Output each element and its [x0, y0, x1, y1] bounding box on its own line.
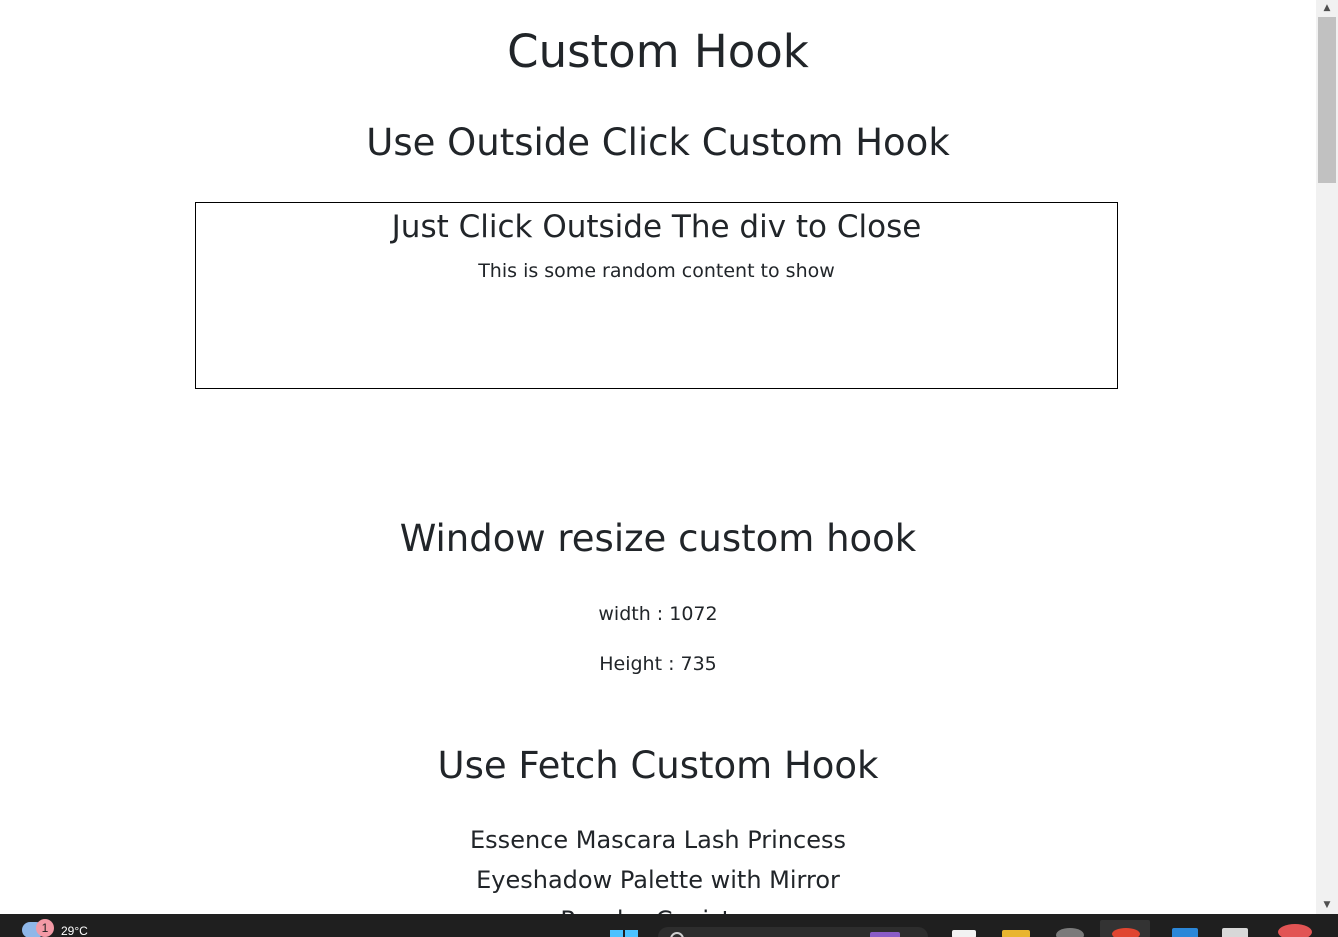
product-item: Essence Mascara Lash Princess — [470, 826, 846, 854]
notification-badge: 1 — [36, 919, 54, 937]
scrollbar-thumb[interactable] — [1318, 17, 1336, 183]
app-icon[interactable] — [1222, 928, 1248, 937]
browser-icon[interactable] — [1112, 928, 1140, 937]
page-title: Custom Hook — [507, 25, 809, 78]
search-highlight-icon — [870, 932, 900, 937]
outside-click-box[interactable]: Just Click Outside The div to Close This… — [195, 202, 1118, 389]
avatar[interactable] — [1278, 924, 1312, 937]
app-icon[interactable] — [1056, 928, 1084, 937]
page-content: Custom Hook Use Outside Click Custom Hoo… — [0, 0, 1316, 914]
file-explorer-icon[interactable] — [1002, 930, 1030, 937]
temperature-text[interactable]: 29°C — [61, 924, 88, 937]
code-editor-icon[interactable] — [1172, 928, 1198, 937]
outside-click-heading: Use Outside Click Custom Hook — [366, 121, 950, 164]
windows-icon[interactable] — [610, 930, 638, 937]
vertical-scrollbar[interactable]: ▲ ▼ — [1316, 0, 1338, 914]
task-view-icon[interactable] — [952, 930, 976, 937]
fetch-heading: Use Fetch Custom Hook — [437, 744, 879, 787]
scroll-up-icon[interactable]: ▲ — [1316, 0, 1338, 17]
outside-click-box-title: Just Click Outside The div to Close — [391, 209, 922, 245]
resize-heading: Window resize custom hook — [399, 517, 917, 560]
product-item: Powder Canister — [0, 904, 1316, 914]
scroll-down-icon[interactable]: ▼ — [1316, 897, 1338, 914]
outside-click-box-content: This is some random content to show — [478, 260, 835, 282]
window-width-text: width : 1072 — [598, 603, 718, 625]
product-item: Eyeshadow Palette with Mirror — [476, 866, 840, 894]
window-height-text: Height : 735 — [599, 653, 717, 675]
taskbar: 1 29°C — [0, 914, 1338, 937]
